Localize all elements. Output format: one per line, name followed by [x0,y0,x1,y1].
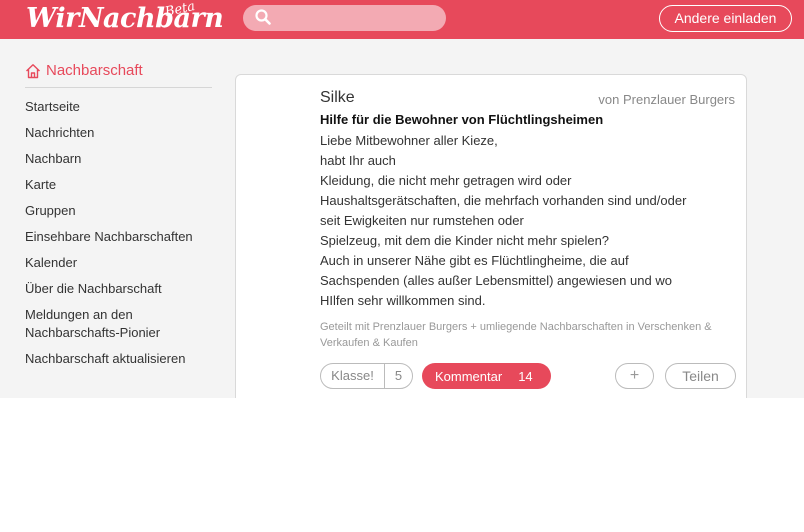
home-icon [26,63,40,78]
search-icon[interactable] [255,9,271,25]
share-button[interactable]: Teilen [665,363,736,389]
post-body-line: Sachspenden (alles außer Lebensmittel) a… [320,273,672,288]
post-body-line: Auch in unserer Nähe gibt es Flüchtlingh… [320,253,629,268]
sidebar-item-startseite[interactable]: Startseite [25,98,212,116]
post-body-line: Spielzeug, mit dem die Kinder nicht mehr… [320,233,610,248]
sidebar-item-ueber-die-nachbarschaft[interactable]: Über die Nachbarschaft [25,280,212,298]
sidebar: Nachbarschaft Startseite Nachrichten Nac… [25,60,212,376]
sidebar-item-nachrichten[interactable]: Nachrichten [25,124,212,142]
comment-count[interactable]: 14 [518,369,532,384]
sidebar-item-nachbarschaft-aktualisieren[interactable]: Nachbarschaft aktualisieren [25,350,212,368]
sidebar-title-label: Nachbarschaft [46,62,143,79]
sidebar-item-einsehbare-nachbarschaften[interactable]: Einsehbare Nachbarschaften [25,228,212,246]
post-author[interactable]: Silke [320,89,355,107]
post-source[interactable]: von Prenzlauer Burgers [598,92,735,107]
top-bar: WirNachbarn Beta Andere einladen [0,0,804,39]
sidebar-item-meldungen[interactable]: Meldungen an den Nachbarschafts-Pionier [25,306,212,342]
post-body-line: Kleidung, die nicht mehr getragen wird o… [320,173,572,188]
post-title: Hilfe für die Bewohner von Flüchtlingshe… [320,112,604,127]
search-input[interactable] [243,5,446,31]
sidebar-item-kalender[interactable]: Kalender [25,254,212,272]
post-body: Liebe Mitbewohner aller Kieze, habt Ihr … [320,131,735,311]
post-body-line: Haushaltsgerätschaften, die mehrfach vor… [320,193,687,208]
sidebar-item-karte[interactable]: Karte [25,176,212,194]
page-background [0,398,804,532]
post-body-line: habt Ihr auch [320,153,396,168]
post-card: Silke von Prenzlauer Burgers Hilfe für d… [235,74,747,404]
sidebar-title[interactable]: Nachbarschaft [25,60,212,88]
comment-button[interactable]: Kommentar 14 [422,363,551,389]
klasse-button[interactable]: Klasse! 5 [320,363,413,389]
post-body-line: HIlfen sehr willkommen sind. [320,293,486,308]
shared-with-text: Geteilt mit Prenzlauer Burgers + umliege… [320,321,712,349]
klasse-count[interactable]: 5 [385,364,412,388]
plus-button[interactable]: + [615,363,654,389]
sidebar-nav: Startseite Nachrichten Nachbarn Karte Gr… [25,98,212,368]
post-body-line: seit Ewigkeiten nur rumstehen oder [320,213,524,228]
post-body-line: Liebe Mitbewohner aller Kieze, [320,133,498,148]
sidebar-item-nachbarn[interactable]: Nachbarn [25,150,212,168]
klasse-label[interactable]: Klasse! [321,364,385,388]
invite-others-button[interactable]: Andere einladen [659,5,792,32]
comment-label[interactable]: Kommentar [435,369,502,384]
sidebar-item-gruppen[interactable]: Gruppen [25,202,212,220]
